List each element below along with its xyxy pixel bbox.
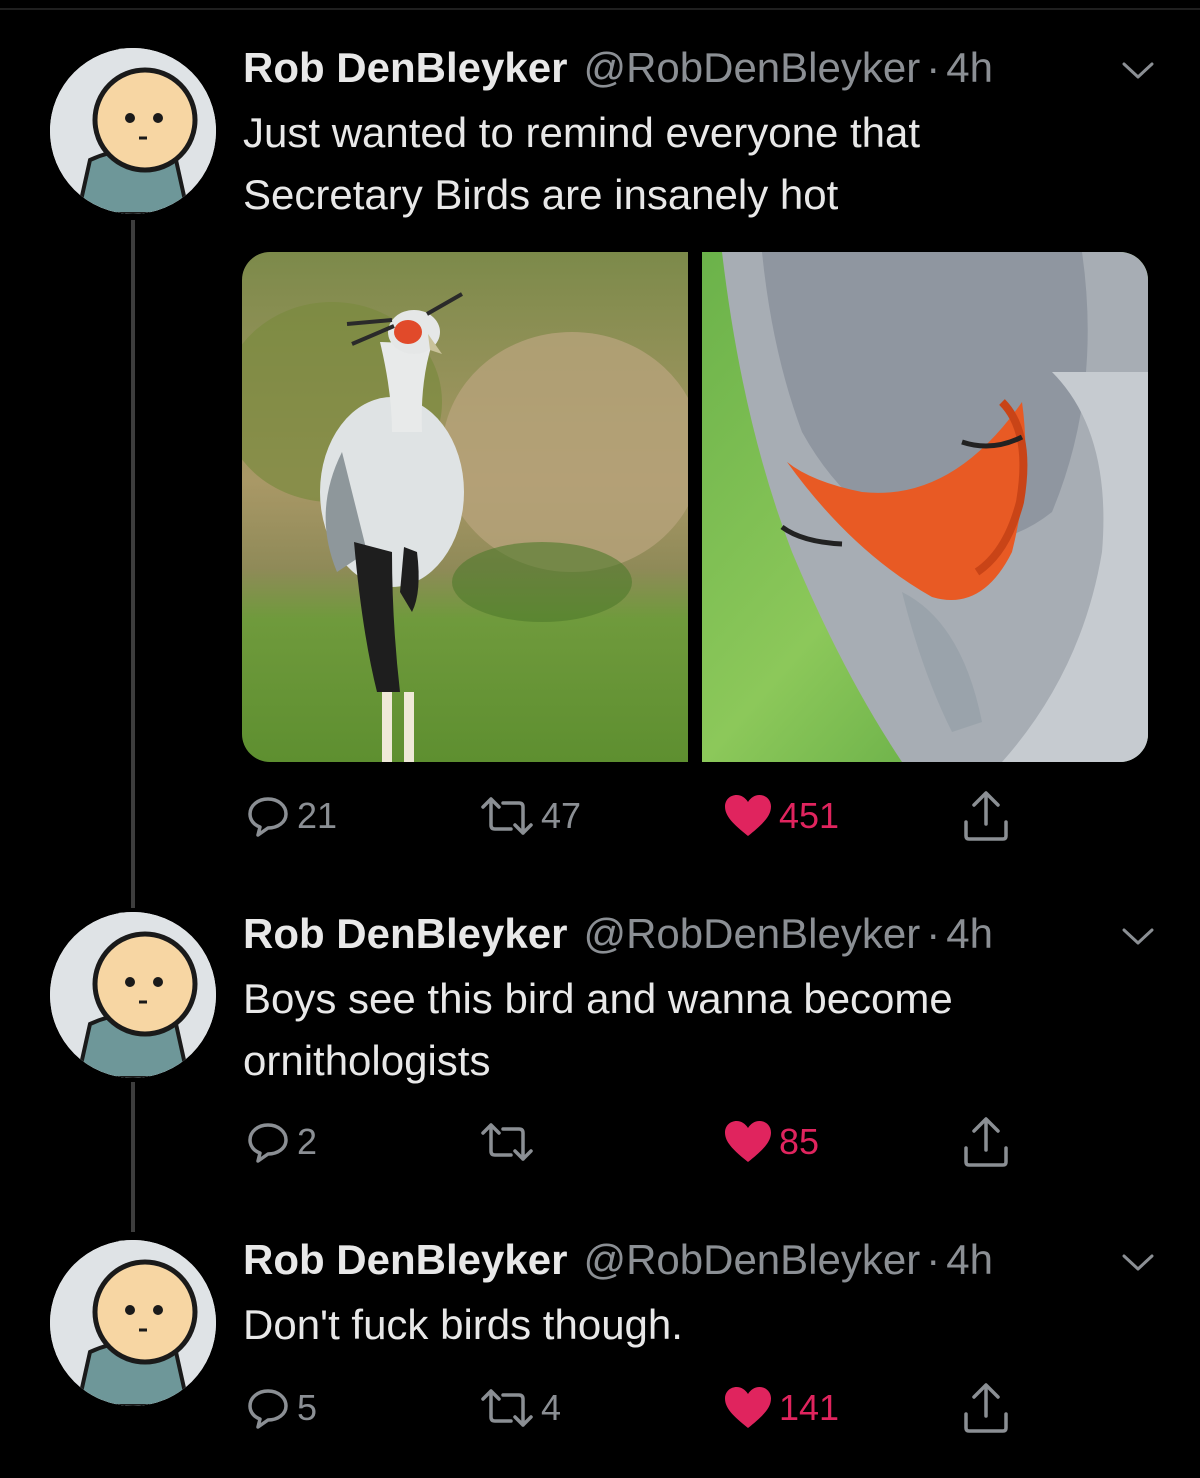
heart-icon — [725, 1387, 771, 1428]
chevron-down-icon[interactable] — [1120, 924, 1156, 948]
tweet[interactable]: Rob DenBleyker @RobDenBleyker · 4h Boys … — [0, 900, 1200, 1200]
user-handle[interactable]: @RobDenBleyker — [583, 910, 920, 958]
display-name[interactable]: Rob DenBleyker — [243, 910, 567, 958]
share-button[interactable] — [961, 788, 1011, 849]
media-photo[interactable] — [242, 252, 702, 762]
avatar[interactable] — [50, 1240, 216, 1406]
reply-count: 5 — [297, 1387, 318, 1428]
share-icon — [964, 1117, 1008, 1167]
like-button[interactable]: 85 — [723, 1114, 819, 1170]
tweet-text: Don't fuck birds though. — [243, 1301, 683, 1348]
user-handle[interactable]: @RobDenBleyker — [583, 44, 920, 92]
tweet-actions: 5 4 141 — [243, 1380, 1043, 1436]
heart-icon — [725, 795, 771, 836]
timestamp[interactable]: 4h — [946, 910, 993, 958]
reply-icon — [248, 797, 288, 837]
reply-button[interactable]: 2 — [245, 1114, 317, 1170]
retweet-icon — [481, 1123, 533, 1161]
heart-icon — [725, 1121, 771, 1162]
separator: · — [926, 910, 941, 957]
display-name[interactable]: Rob DenBleyker — [243, 44, 567, 92]
reply-icon — [248, 1389, 288, 1429]
retweet-button[interactable]: 47 — [479, 788, 581, 844]
reply-button[interactable]: 5 — [245, 1380, 317, 1436]
like-count: 451 — [779, 795, 840, 836]
reply-count: 21 — [297, 795, 338, 836]
share-button[interactable] — [961, 1380, 1011, 1441]
reply-count: 2 — [297, 1121, 318, 1162]
avatar[interactable] — [50, 912, 216, 1078]
tweet-text: Boys see this bird and wanna become orni… — [243, 975, 953, 1084]
avatar[interactable] — [50, 48, 216, 214]
retweet-count: 4 — [541, 1387, 562, 1428]
retweet-icon — [481, 797, 533, 835]
like-count: 85 — [779, 1121, 820, 1162]
tweet-header: Rob DenBleyker @RobDenBleyker · 4h — [243, 44, 993, 92]
chevron-down-icon[interactable] — [1120, 1250, 1156, 1274]
display-name[interactable]: Rob DenBleyker — [243, 1236, 567, 1284]
separator: · — [926, 44, 941, 91]
tweet-text: Just wanted to remind everyone that Secr… — [243, 109, 921, 218]
share-icon — [964, 791, 1008, 841]
share-button[interactable] — [961, 1114, 1011, 1175]
chevron-down-icon[interactable] — [1120, 58, 1156, 82]
retweet-count: 47 — [541, 795, 582, 836]
timestamp[interactable]: 4h — [946, 44, 993, 92]
separator: · — [926, 1236, 941, 1283]
retweet-button[interactable]: 4 — [479, 1380, 561, 1436]
tweet[interactable]: Rob DenBleyker @RobDenBleyker · 4h Just … — [0, 0, 1200, 860]
reply-button[interactable]: 21 — [245, 788, 337, 844]
media-photo[interactable] — [702, 252, 1148, 762]
like-count: 141 — [779, 1387, 840, 1428]
tweet-header: Rob DenBleyker @RobDenBleyker · 4h — [243, 1236, 993, 1284]
like-button[interactable]: 141 — [723, 1380, 839, 1436]
tweet-media[interactable] — [242, 252, 1148, 762]
tweet-actions: 21 47 451 — [243, 788, 1043, 844]
share-icon — [964, 1383, 1008, 1433]
user-handle[interactable]: @RobDenBleyker — [583, 1236, 920, 1284]
timestamp[interactable]: 4h — [946, 1236, 993, 1284]
tweet[interactable]: Rob DenBleyker @RobDenBleyker · 4h Don't… — [0, 1230, 1200, 1470]
reply-icon — [248, 1123, 288, 1163]
tweet-actions: 2 85 — [243, 1114, 1043, 1170]
retweet-button[interactable] — [479, 1114, 541, 1170]
like-button[interactable]: 451 — [723, 788, 839, 844]
tweet-header: Rob DenBleyker @RobDenBleyker · 4h — [243, 910, 993, 958]
retweet-icon — [481, 1389, 533, 1427]
